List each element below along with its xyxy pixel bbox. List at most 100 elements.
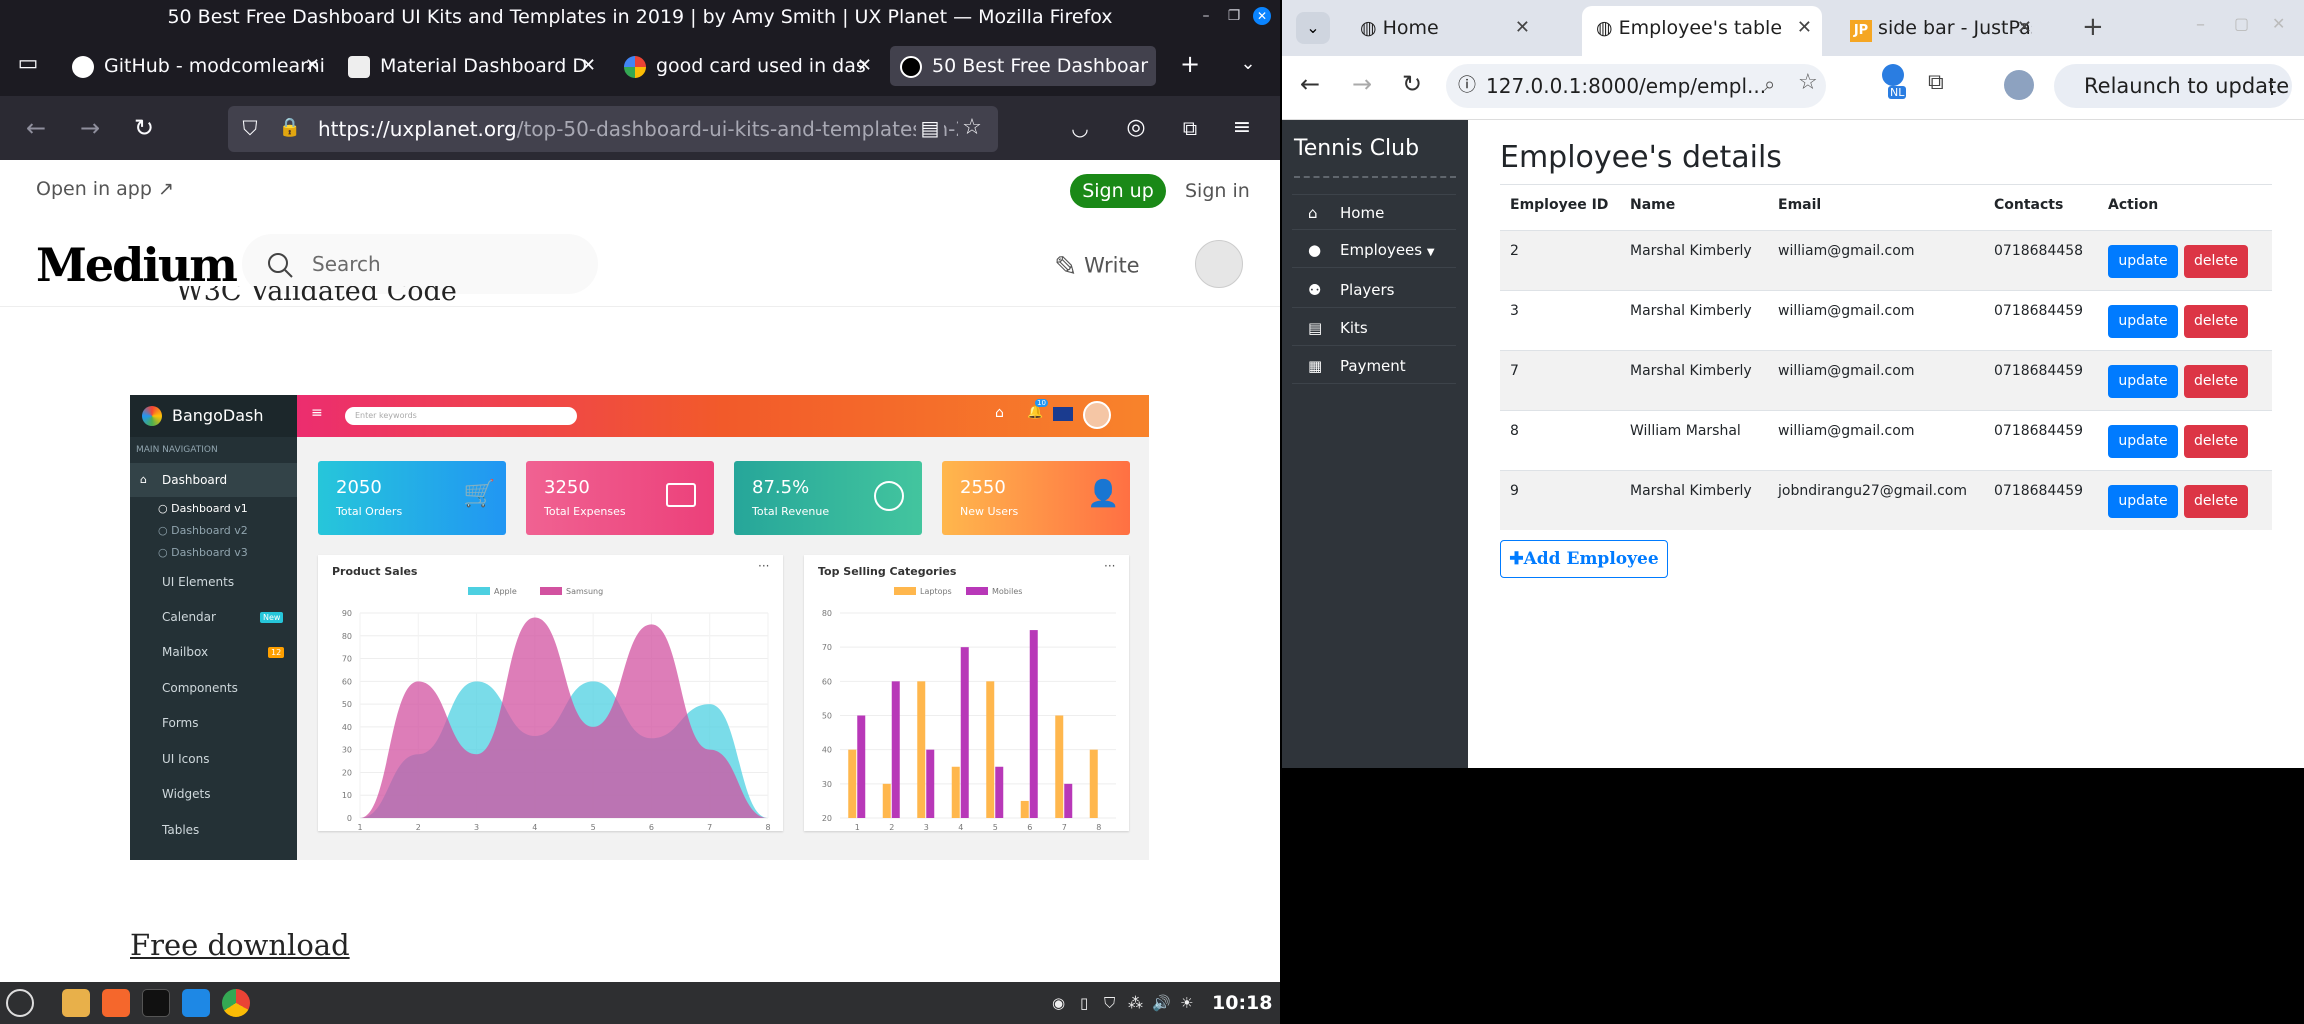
legend-label: Mobiles: [992, 587, 1022, 596]
tab-close-icon[interactable]: ✕: [1515, 6, 1530, 50]
reader-view-icon[interactable]: ▤: [916, 114, 944, 142]
chrome-nav-bar: ← → ↻ ⓘ 127.0.0.1:8000/emp/empl... ⌕ ☆ N…: [1282, 56, 2304, 120]
new-tab-icon[interactable]: +: [1176, 50, 1204, 78]
avatar[interactable]: [1195, 240, 1243, 288]
lock-icon[interactable]: 🔒: [276, 114, 304, 142]
cell-contact: 0718684458: [1994, 243, 2084, 259]
new-tab-icon[interactable]: +: [2082, 12, 2104, 42]
tab-close-icon[interactable]: ✕: [2017, 6, 2032, 50]
files-icon[interactable]: [62, 989, 90, 1017]
bookmark-star-icon[interactable]: ☆: [1798, 70, 1818, 95]
bookmark-star-icon[interactable]: ☆: [958, 114, 986, 142]
profile-avatar[interactable]: [2004, 70, 2034, 100]
firefox-view-icon[interactable]: ▭: [14, 50, 42, 78]
menu-icon[interactable]: ≡: [1228, 114, 1256, 142]
sidebar-item-employees[interactable]: ● Employees ▼: [1292, 232, 1456, 268]
back-icon[interactable]: ←: [22, 114, 50, 142]
x-tick-label: 2: [416, 823, 421, 831]
tab-search-icon[interactable]: ⌄: [1296, 12, 1330, 44]
reload-icon[interactable]: ↻: [130, 114, 158, 142]
extension-nl-icon[interactable]: NL: [1880, 64, 1912, 104]
y-tick-label: 80: [342, 632, 352, 641]
table-row: 2 Marshal Kimberly william@gmail.com 071868…: [1500, 230, 2272, 290]
x-tick-label: 4: [532, 823, 537, 831]
open-in-app-link[interactable]: Open in app ↗: [36, 178, 174, 200]
chrome-tray-icon[interactable]: ◉: [1052, 994, 1065, 1012]
tab-github[interactable]: GitHub - modcomlearni ✕: [72, 46, 328, 86]
shield-icon[interactable]: ⛉: [1104, 994, 1115, 1012]
medium-logo[interactable]: Medium: [36, 238, 238, 292]
tracking-shield-icon[interactable]: ⛉: [236, 114, 264, 142]
bangodash-preview-image: BangoDash MAIN NAVIGATION ⌂ Dashboard ○ D…: [130, 395, 1149, 860]
sidebar-item-home[interactable]: ⌂ Home: [1292, 194, 1456, 230]
close-window-icon[interactable]: ✕: [1253, 7, 1271, 25]
delete-button[interactable]: delete: [2184, 485, 2248, 518]
chrome-icon[interactable]: [222, 989, 250, 1017]
tab-close-icon[interactable]: ✕: [581, 46, 596, 86]
update-button[interactable]: update: [2108, 425, 2178, 458]
delete-button[interactable]: delete: [2184, 245, 2248, 278]
tab-material-dashboard[interactable]: Material Dashboard D ✕: [348, 46, 604, 86]
minimize-icon[interactable]: –: [1197, 7, 1215, 25]
clipboard-icon[interactable]: ▯: [1080, 994, 1088, 1012]
y-tick-label: 70: [342, 655, 352, 664]
tab-uxplanet[interactable]: 50 Best Free Dashboar: [890, 46, 1156, 86]
maximize-icon[interactable]: ▢: [2234, 14, 2249, 33]
relaunch-button[interactable]: Relaunch to update ⋮: [2054, 64, 2292, 108]
network-icon[interactable]: ⁂: [1128, 994, 1143, 1012]
minimize-icon[interactable]: –: [2196, 14, 2205, 35]
back-icon[interactable]: ←: [1300, 70, 1320, 98]
close-window-icon[interactable]: ✕: [2272, 14, 2285, 33]
pocket-icon[interactable]: ◡: [1066, 114, 1094, 142]
extensions-icon[interactable]: ⧉: [1176, 114, 1204, 142]
bd-sub-item: ○ Dashboard v2: [158, 524, 248, 537]
sign-up-button[interactable]: Sign up: [1070, 174, 1166, 208]
free-download-link[interactable]: Free download: [130, 928, 350, 962]
tennis-brand[interactable]: Tennis Club: [1294, 136, 1419, 161]
volume-icon[interactable]: 🔊: [1152, 994, 1171, 1012]
vscode-icon[interactable]: [182, 989, 210, 1017]
kebab-menu-icon[interactable]: ⋮: [2262, 64, 2282, 108]
update-button[interactable]: update: [2108, 485, 2178, 518]
update-button[interactable]: update: [2108, 245, 2178, 278]
bar-laptops: [1089, 749, 1098, 818]
delete-button[interactable]: delete: [2184, 305, 2248, 338]
brightness-icon[interactable]: ☀: [1180, 994, 1193, 1012]
restore-icon[interactable]: ❐: [1225, 7, 1243, 25]
tab-close-icon[interactable]: ✕: [857, 46, 872, 86]
reload-icon[interactable]: ↻: [1402, 70, 1422, 98]
delete-button[interactable]: delete: [2184, 365, 2248, 398]
account-icon[interactable]: ◎: [1122, 114, 1150, 142]
sidebar-item-kits[interactable]: ▤ Kits: [1292, 310, 1456, 346]
clock[interactable]: 10:18: [1212, 992, 1272, 1014]
legend-label: Laptops: [920, 587, 952, 596]
update-button[interactable]: update: [2108, 365, 2178, 398]
forward-icon[interactable]: →: [1352, 70, 1372, 98]
tab-close-icon[interactable]: ✕: [305, 46, 320, 86]
firefox-window-title: 50 Best Free Dashboard UI Kits and Templ…: [0, 0, 1280, 34]
tab-home[interactable]: ◍ Home ✕: [1346, 6, 1546, 56]
tab-employees-table[interactable]: ◍ Employee's table ✕: [1582, 6, 1822, 56]
sidebar-item-payment[interactable]: ▦ Payment: [1292, 348, 1456, 384]
zoom-icon[interactable]: ⌕: [1764, 72, 1775, 96]
cell-contact: 0718684459: [1994, 483, 2084, 499]
sidebar-item-players[interactable]: ⚉ Players: [1292, 272, 1456, 308]
forward-icon[interactable]: →: [76, 114, 104, 142]
legend-swatch: [966, 587, 988, 595]
tab-justpaste[interactable]: JP side bar - JustPas ✕: [1836, 6, 2032, 56]
write-button[interactable]: ✎ Write: [1054, 250, 1140, 283]
firefox-icon[interactable]: [102, 989, 130, 1017]
terminal-icon[interactable]: [142, 989, 170, 1017]
x-tick-label: 7: [1062, 823, 1067, 831]
update-button[interactable]: update: [2108, 305, 2178, 338]
sign-in-link[interactable]: Sign in: [1185, 180, 1250, 202]
url-bar[interactable]: https://uxplanet.org/top-50-dashboard-ui…: [228, 106, 998, 152]
list-all-tabs-icon[interactable]: ⌄: [1234, 50, 1262, 78]
delete-button[interactable]: delete: [2184, 425, 2248, 458]
medium-search-input[interactable]: Search: [242, 234, 598, 294]
mint-menu-icon[interactable]: [6, 989, 34, 1017]
add-employee-button[interactable]: ✚Add Employee: [1500, 540, 1668, 578]
tab-google-search[interactable]: good card used in das ✕: [624, 46, 880, 86]
extensions-icon[interactable]: ⧉: [1928, 70, 1944, 95]
tab-close-icon[interactable]: ✕: [1797, 6, 1812, 50]
